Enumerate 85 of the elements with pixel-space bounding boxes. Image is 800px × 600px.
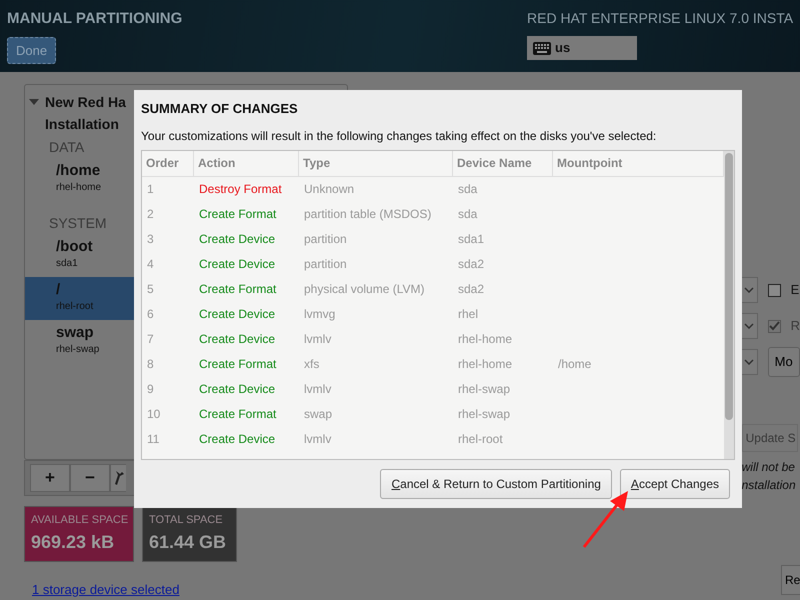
table-cell-text: lvmvg <box>303 306 336 323</box>
table-cell-text: 2 <box>146 206 155 223</box>
reset-button[interactable]: Re <box>781 565 800 595</box>
table-cell-text: partition <box>303 231 348 248</box>
table-cell-text: xfs <box>303 356 320 373</box>
collapse-triangle-icon[interactable] <box>29 99 39 107</box>
space-label: TOTAL SPACE <box>149 513 224 528</box>
dropdown-toggle[interactable] <box>742 277 758 303</box>
update-settings-button[interactable]: Update S <box>742 424 798 452</box>
table-cell-text: sda2 <box>457 256 486 273</box>
dialog-title: SUMMARY OF CHANGES <box>141 100 299 118</box>
table-cell-text: 4 <box>146 256 155 273</box>
chevron-down-icon <box>744 359 754 365</box>
table-cell-text: 3 <box>146 231 155 248</box>
table-cell-text: partition <box>303 256 348 273</box>
table-cell-text: 1 <box>146 181 155 198</box>
dialog-message: Your customizations will result in the following changes taking effect on the disks you've selected: <box>141 128 658 144</box>
column-header[interactable]: Type <box>299 150 453 176</box>
table-cell-text: 11 <box>146 431 160 448</box>
remove-button[interactable]: − <box>70 464 110 492</box>
table-cell-text: sda2 <box>457 281 486 298</box>
table-cell-text: Create Format <box>198 356 278 373</box>
column-header[interactable]: Action <box>194 150 299 176</box>
table-cell-text: Create Device <box>198 256 276 273</box>
table-cell-text: rhel-swap <box>457 406 512 423</box>
table-cell-text: Create Format <box>198 406 278 423</box>
column-header[interactable]: Device Name <box>453 150 553 176</box>
table-cell-text: 5 <box>146 281 155 298</box>
table-cell-text: rhel-home <box>457 331 514 348</box>
add-button[interactable]: + <box>30 464 70 492</box>
checkbox-label: E <box>790 281 800 300</box>
table-cell-text: lvmlv <box>303 381 332 398</box>
scrollbar[interactable] <box>724 150 734 458</box>
table-cell-text: lvmlv <box>303 331 332 348</box>
table-cell-text: partition table (MSDOS) <box>303 206 432 223</box>
table-cell-text: physical volume (LVM) <box>303 281 426 298</box>
table-cell-text: sda <box>457 181 478 198</box>
table-cell-text: sda1 <box>457 231 486 248</box>
cancel-button[interactable]: Cancel & Return to Custom Partitioning <box>380 468 612 498</box>
dropdown-toggle[interactable] <box>742 313 758 339</box>
space-value: 969.23 kB <box>31 530 116 554</box>
chevron-down-icon <box>744 323 754 329</box>
storage-devices-link[interactable]: 1 storage device selected <box>32 580 180 599</box>
checkbox[interactable] <box>768 284 781 296</box>
table-cell-text: Create Format <box>198 206 278 223</box>
chevron-down-icon <box>744 287 754 293</box>
table-cell-text: Create Device <box>198 306 276 323</box>
table-cell-text: rhel-swap <box>457 381 512 398</box>
table-cell-text: 6 <box>146 306 155 323</box>
checkbox-label: R <box>790 317 800 336</box>
table-cell-text: swap <box>303 406 334 423</box>
table-cell-text: Create Device <box>198 331 276 348</box>
table-cell-text: Create Device <box>198 231 276 248</box>
table-cell-text: 9 <box>146 381 155 398</box>
note-text: nstallation <box>742 477 797 494</box>
modify-button[interactable]: Mo <box>768 347 800 377</box>
table-cell-text: /home <box>557 356 592 373</box>
table-cell-text: Unknown <box>303 181 356 198</box>
table-cell-text: Create Device <box>198 431 276 448</box>
table-cell-text: rhel-root <box>457 431 504 448</box>
table-cell-text: 7 <box>146 331 155 348</box>
product-title: RED HAT ENTERPRISE LINUX 7.0 INSTA <box>527 9 794 28</box>
panel-heading: Installation <box>45 115 120 134</box>
table-cell-text: Create Device <box>198 381 276 398</box>
space-value: 61.44 GB <box>149 530 228 554</box>
space-label: AVAILABLE SPACE <box>31 513 127 528</box>
accept-button[interactable]: Accept Changes <box>620 468 730 498</box>
column-header[interactable]: Order <box>142 150 194 176</box>
table-cell-text: rhel-home <box>457 356 514 373</box>
keyboard-layout-indicator[interactable]: us <box>527 36 637 60</box>
keyboard-icon <box>533 42 551 54</box>
table-cell-text: rhel <box>457 306 480 323</box>
table-cell-text: sda <box>457 206 478 223</box>
group-label: SYSTEM <box>49 214 107 233</box>
note-text: will not be <box>742 459 796 476</box>
panel-heading: New Red Ha <box>45 93 126 112</box>
group-label: DATA <box>49 138 84 157</box>
table-cell-text: 10 <box>146 406 162 423</box>
dropdown-toggle[interactable] <box>742 349 758 375</box>
screen-title: MANUAL PARTITIONING <box>7 9 182 29</box>
table-cell-text: Create Format <box>198 281 278 298</box>
done-button[interactable]: Done <box>7 36 56 64</box>
table-cell-text: 8 <box>146 356 155 373</box>
table-cell-text: lvmlv <box>303 431 332 448</box>
table-cell-text: Destroy Format <box>198 181 283 198</box>
